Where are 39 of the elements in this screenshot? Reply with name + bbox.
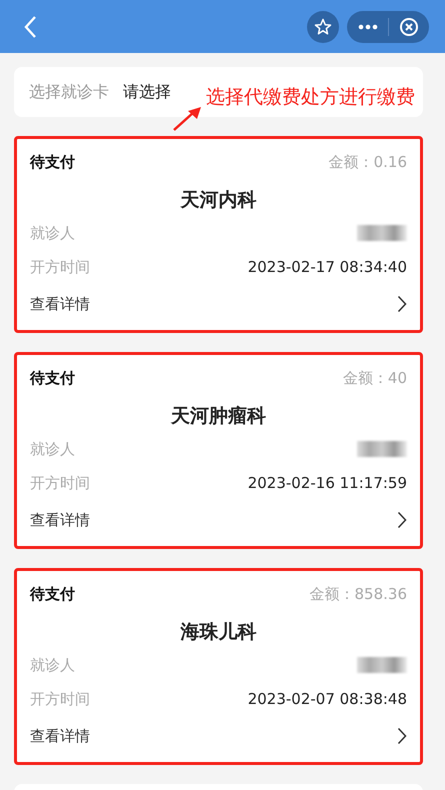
- department-name: 天河内科: [180, 188, 256, 212]
- arrow-icon: [172, 106, 202, 132]
- department-name: 天河肿瘤科: [171, 404, 266, 428]
- prescription-card[interactable]: 待支付 金额：40 天河肿瘤科 就诊人 开方时间 2023-02-16 11:17:59 查看详情: [14, 352, 423, 549]
- status-label: 待支付: [30, 368, 75, 389]
- chevron-right-icon: [397, 294, 407, 313]
- time-label: 开方时间: [30, 689, 90, 710]
- patient-label: 就诊人: [30, 438, 75, 460]
- prescription-card[interactable]: 待支付 金额：858.36 海珠儿科 就诊人 开方时间 2023-02-07 08:38:48 查看详情: [14, 568, 423, 765]
- favorite-button[interactable]: [307, 10, 339, 42]
- prescription-time: 2023-02-17 08:34:40: [248, 257, 407, 278]
- selector-label: 选择就诊卡: [29, 81, 109, 103]
- details-link[interactable]: 查看详情: [30, 292, 90, 315]
- amount-text: 金额：40: [342, 368, 407, 389]
- prescription-card[interactable]: 待支付 金额：0.16 天河内科 就诊人 开方时间 2023-02-17 08:34:40 查看详情: [14, 136, 423, 333]
- chevron-right-icon: [397, 510, 407, 529]
- status-label: 待支付: [30, 152, 75, 173]
- details-link[interactable]: 查看详情: [30, 508, 90, 531]
- status-label: 待支付: [30, 584, 75, 605]
- back-icon: [23, 14, 37, 38]
- blurred-name: [357, 657, 407, 673]
- chevron-right-icon: [397, 726, 407, 745]
- star-icon: [314, 18, 332, 36]
- amount-text: 金额：0.16: [328, 152, 407, 173]
- patient-label: 就诊人: [30, 222, 75, 244]
- prescription-time: 2023-02-07 08:38:48: [248, 689, 407, 710]
- time-label: 开方时间: [30, 257, 90, 278]
- blurred-name: [357, 441, 407, 457]
- department-name: 海珠儿科: [180, 620, 256, 644]
- selector-value: 请选择: [123, 81, 171, 103]
- patient-label: 就诊人: [30, 654, 75, 676]
- blurred-name: [357, 225, 407, 241]
- prescription-time: 2023-02-16 11:17:59: [248, 473, 407, 494]
- details-link[interactable]: 查看详情: [30, 724, 90, 747]
- close-icon: [399, 16, 419, 36]
- more-icon: [358, 24, 378, 30]
- time-label: 开方时间: [30, 473, 90, 494]
- annotation-text: 选择代缴费处方进行缴费: [206, 88, 415, 107]
- amount-text: 金额：858.36: [310, 584, 407, 605]
